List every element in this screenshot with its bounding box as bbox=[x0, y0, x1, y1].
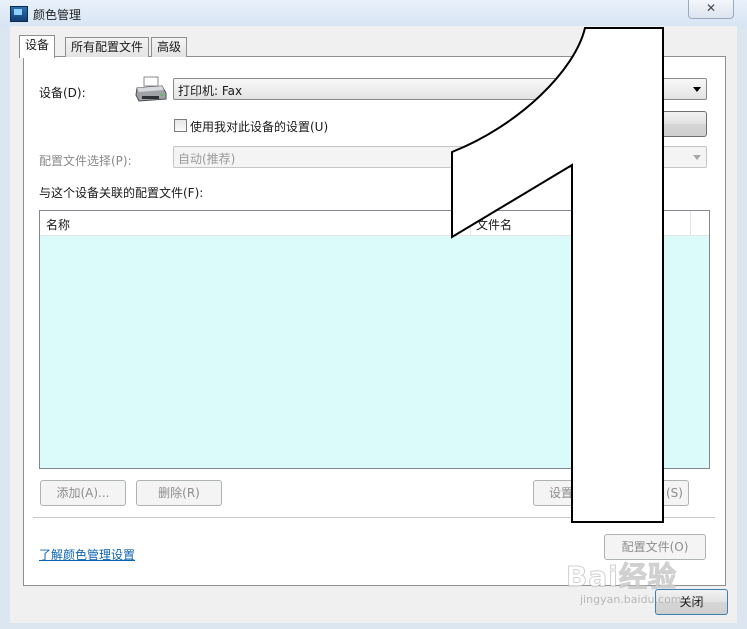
tab-devices[interactable]: 设备 bbox=[19, 35, 56, 58]
chevron-down-icon bbox=[693, 155, 701, 160]
tab-all-profiles[interactable]: 所有配置文件 bbox=[65, 37, 150, 57]
column-header-filename[interactable]: 文件名 bbox=[476, 216, 512, 233]
associated-profiles-list[interactable]: 名称 文件名 bbox=[39, 210, 710, 469]
use-my-settings-checkbox[interactable] bbox=[174, 119, 187, 132]
profile-selection-value: 自动(推荐) bbox=[178, 152, 236, 166]
use-my-settings-label: 使用我对此设备的设置(U) bbox=[190, 120, 329, 134]
column-divider[interactable] bbox=[690, 211, 691, 235]
tab-devices-label: 设备 bbox=[25, 38, 50, 52]
device-select-value: 打印机: Fax bbox=[178, 84, 243, 98]
chevron-down-icon bbox=[693, 87, 701, 92]
title-bar: 颜色管理 ✕ bbox=[0, 0, 747, 28]
tab-advanced-label: 高级 bbox=[157, 40, 182, 54]
close-button[interactable]: 关闭 bbox=[655, 589, 728, 615]
dialog-body: 设备 所有配置文件 高级 设备(D): 打印机: Fax 使用我对此设备的设置(… bbox=[10, 26, 737, 623]
add-profile-button[interactable]: 添加(A)... bbox=[40, 480, 126, 506]
associated-profiles-label: 与这个设备关联的配置文件(F): bbox=[39, 186, 204, 200]
set-default-label: 设置 bbox=[549, 486, 574, 500]
window-title: 颜色管理 bbox=[33, 8, 82, 22]
learn-color-management-link[interactable]: 了解颜色管理设置 bbox=[39, 546, 135, 563]
separator bbox=[33, 517, 715, 518]
device-label: 设备(D): bbox=[39, 86, 86, 100]
profile-selection-label: 配置文件选择(P): bbox=[39, 154, 132, 168]
profiles-button[interactable]: 配置文件(O) bbox=[604, 534, 706, 560]
color-management-app-icon bbox=[10, 6, 28, 22]
column-header-name[interactable]: 名称 bbox=[46, 216, 70, 233]
tab-all-profiles-label: 所有配置文件 bbox=[71, 40, 144, 54]
tab-advanced[interactable]: 高级 bbox=[151, 37, 188, 57]
device-select[interactable]: 打印机: Fax bbox=[173, 78, 707, 100]
set-default-accelerator: (S) bbox=[666, 486, 683, 500]
printer-icon bbox=[135, 76, 167, 102]
remove-profile-button[interactable]: 删除(R) bbox=[136, 480, 222, 506]
profile-selection-select[interactable]: 自动(推荐) bbox=[173, 146, 707, 168]
set-default-profile-button[interactable]: 设置 (S) bbox=[533, 480, 689, 506]
window-close-button[interactable]: ✕ bbox=[688, 0, 734, 19]
column-divider[interactable] bbox=[470, 211, 471, 235]
identify-monitor-button[interactable] bbox=[565, 111, 707, 137]
list-header: 名称 文件名 bbox=[40, 211, 709, 236]
